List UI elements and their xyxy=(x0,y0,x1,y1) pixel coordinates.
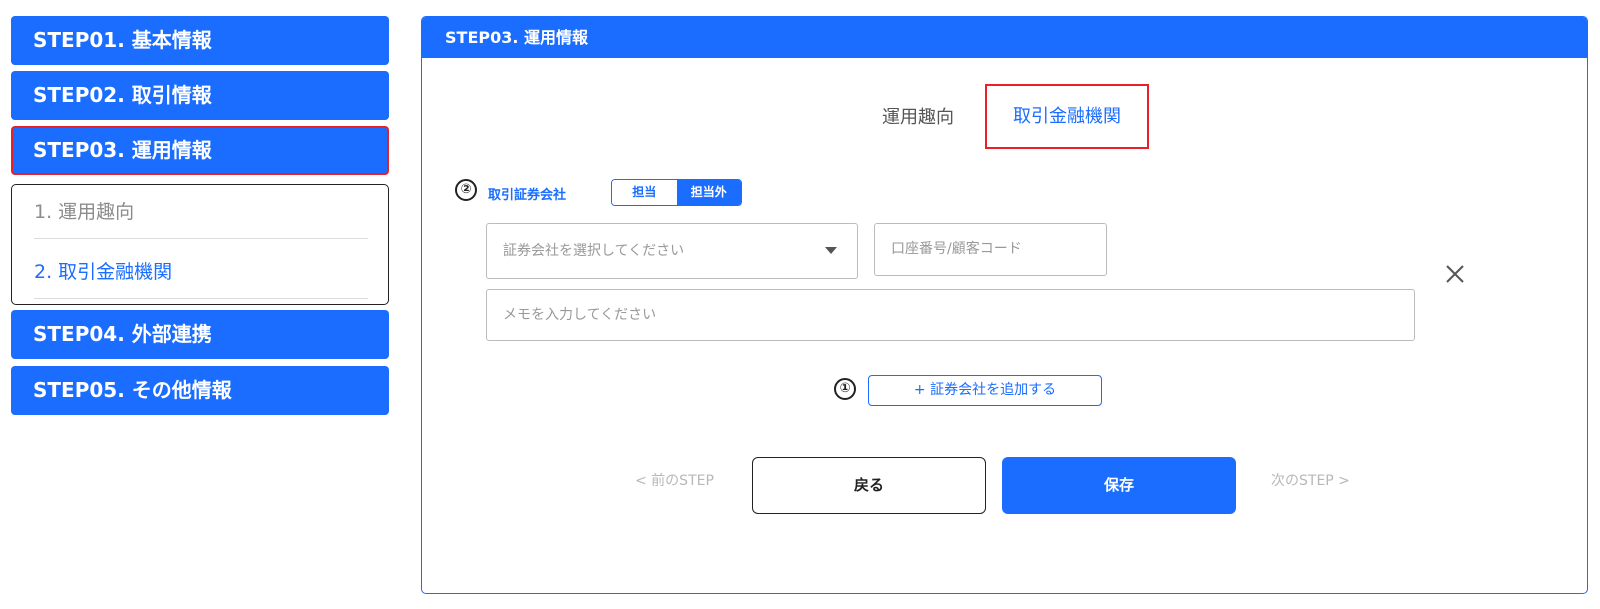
assignment-toggle: 担当 担当外 xyxy=(611,179,742,206)
substep-item-1[interactable]: 1. 運用趣向 xyxy=(34,185,368,239)
marker-one: ① xyxy=(834,378,856,400)
substep-item-2[interactable]: 2. 取引金融機関 xyxy=(34,245,368,299)
marker-two: ② xyxy=(455,179,477,201)
sidebar-step-04[interactable]: STEP04. 外部連携 xyxy=(11,310,389,359)
tab-preference[interactable]: 運用趣向 xyxy=(882,103,954,129)
toggle-option-unassigned[interactable]: 担当外 xyxy=(676,180,741,205)
account-number-field[interactable]: 口座番号/顧客コード xyxy=(874,223,1107,276)
add-securities-company-button[interactable]: + 証券会社を追加する xyxy=(868,375,1102,406)
close-icon[interactable] xyxy=(1438,257,1472,291)
memo-field[interactable]: メモを入力してください xyxy=(486,289,1415,341)
tab-financial-institutions[interactable]: 取引金融機関 xyxy=(985,84,1149,149)
sidebar-step-05[interactable]: STEP05. その他情報 xyxy=(11,366,389,415)
select-placeholder: 証券会社を選択してください xyxy=(503,243,685,259)
toggle-option-assigned[interactable]: 担当 xyxy=(612,180,677,205)
securities-company-label: 取引証券会社 xyxy=(488,188,567,203)
substep-list: 1. 運用趣向 2. 取引金融機関 xyxy=(11,184,389,305)
main-panel: STEP03. 運用情報 運用趣向 取引金融機関 ② 取引証券会社 担当 担当外… xyxy=(421,16,1588,594)
back-button[interactable]: 戻る xyxy=(752,457,986,514)
securities-company-select[interactable]: 証券会社を選択してください xyxy=(486,223,858,279)
sidebar-step-01[interactable]: STEP01. 基本情報 xyxy=(11,16,389,65)
next-step-link[interactable]: 次のSTEP > xyxy=(1271,470,1350,490)
panel-title: STEP03. 運用情報 xyxy=(422,17,1587,58)
chevron-down-icon xyxy=(825,247,837,254)
prev-step-link[interactable]: < 前のSTEP xyxy=(635,470,714,490)
save-button[interactable]: 保存 xyxy=(1002,457,1236,514)
sidebar-step-03[interactable]: STEP03. 運用情報 xyxy=(11,126,389,175)
sidebar-step-02[interactable]: STEP02. 取引情報 xyxy=(11,71,389,120)
